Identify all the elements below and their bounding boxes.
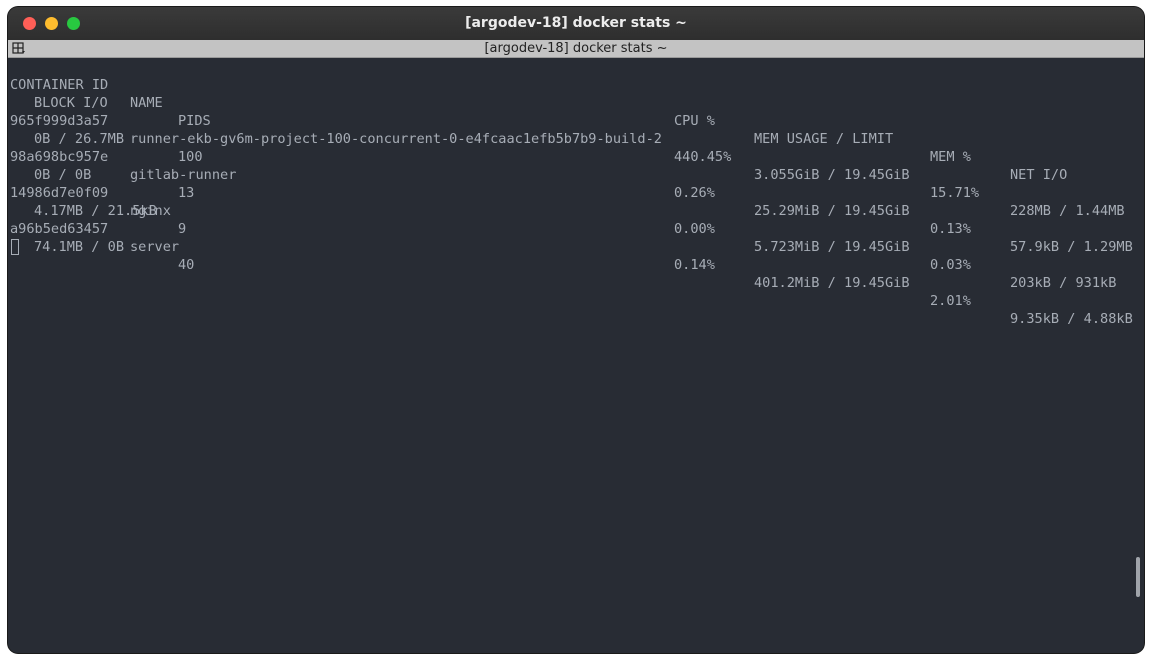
mem-percent: 0.13% xyxy=(930,221,971,237)
header-net-io: NET I/O xyxy=(1010,167,1068,183)
table-row: 965f999d3a57 runner-ekb-gv6m-project-100… xyxy=(10,94,1125,219)
net-io: 57.9kB / 1.29MB xyxy=(1010,239,1133,255)
header-mem-pct: MEM % xyxy=(930,149,971,165)
mem-usage: 25.29MiB / 19.45GiB xyxy=(754,203,910,219)
header-pids: PIDS xyxy=(178,113,211,129)
mem-usage: 5.723MiB / 19.45GiB xyxy=(754,239,910,255)
pids: 13 xyxy=(178,185,195,201)
window-title: [argodev-18] docker stats ~ xyxy=(465,15,687,31)
cpu-percent: 0.00% xyxy=(674,221,715,237)
terminal-output[interactable]: CONTAINER ID NAME CPU % MEM USAGE / LIMI… xyxy=(10,58,1140,650)
container-name: server xyxy=(130,239,180,255)
terminal-cursor xyxy=(11,239,19,255)
header-cpu: CPU % xyxy=(674,113,715,129)
stats-header: CONTAINER ID NAME CPU % MEM USAGE / LIMI… xyxy=(10,58,1067,183)
container-name: gitlab-runner xyxy=(130,167,237,183)
mem-usage: 3.055GiB / 19.45GiB xyxy=(754,167,910,183)
table-row-wrap: 0B / 0B 13 xyxy=(10,148,194,201)
net-io: 203kB / 931kB xyxy=(1010,275,1117,291)
pids: 100 xyxy=(178,149,203,165)
table-row: 14986d7e0f09 nginx 0.00% 5.723MiB / 19.4… xyxy=(10,166,1116,291)
tab-title[interactable]: [argodev-18] docker stats ~ xyxy=(8,40,1144,57)
table-row-wrap: 74.1MB / 0B 40 xyxy=(10,220,194,273)
pids: 40 xyxy=(178,257,195,273)
mem-percent: 0.03% xyxy=(930,257,971,273)
container-name: runner-ekb-gv6m-project-100-concurrent-0… xyxy=(130,131,662,147)
header-name: NAME xyxy=(130,95,163,111)
table-row-wrap: 0B / 26.7MB 100 xyxy=(10,112,203,165)
table-row-wrap: 4.17MB / 21.5kB 9 xyxy=(10,184,186,237)
mem-percent: 15.71% xyxy=(930,185,980,201)
table-row: a96b5ed63457 server 0.14% 401.2MiB / 19.… xyxy=(10,202,1133,327)
mem-usage: 401.2MiB / 19.45GiB xyxy=(754,275,910,291)
terminal-window: [argodev-18] docker stats ~ [argodev-18]… xyxy=(8,7,1144,653)
block-io: 74.1MB / 0B xyxy=(34,239,125,255)
table-row: 98a698bc957e gitlab-runner 0.26% 25.29Mi… xyxy=(10,130,1133,255)
net-io: 9.35kB / 4.88kB xyxy=(1010,311,1133,327)
pids: 9 xyxy=(178,221,187,237)
mem-percent: 2.01% xyxy=(930,293,971,309)
cpu-percent: 0.26% xyxy=(674,185,715,201)
net-io: 228MB / 1.44MB xyxy=(1010,203,1125,219)
title-bar[interactable]: [argodev-18] docker stats ~ xyxy=(8,7,1144,41)
tab-bar: [argodev-18] docker stats ~ xyxy=(8,40,1144,58)
header-mem-usage: MEM USAGE / LIMIT xyxy=(754,131,894,147)
cpu-percent: 440.45% xyxy=(674,149,732,165)
scrollbar[interactable] xyxy=(1136,557,1140,597)
cpu-percent: 0.14% xyxy=(674,257,715,273)
stats-header-wrap: BLOCK I/O PIDS xyxy=(10,76,211,129)
